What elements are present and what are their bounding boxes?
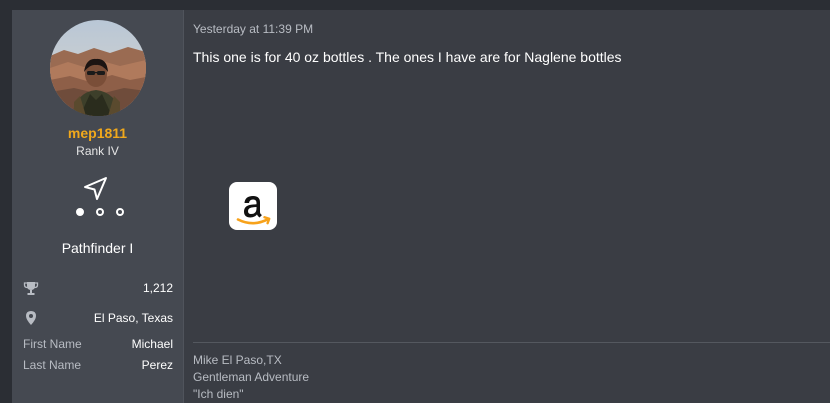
signature-line: Mike El Paso,TX [193, 353, 282, 367]
username[interactable]: mep1811 [12, 125, 183, 141]
page-frame: mep1811 Rank IV Pathfinder I 1,212 El Pa… [0, 0, 830, 403]
stat-trophy-points: 1,212 [23, 280, 173, 298]
progress-dot-empty [116, 208, 124, 216]
last-name-value: Perez [141, 358, 173, 372]
signature: Mike El Paso,TX Gentleman Adventure "Ich… [193, 352, 309, 403]
trophy-progress-dots [72, 207, 124, 219]
amazon-icon [236, 196, 271, 225]
post-content: Yesterday at 11:39 PM This one is for 40… [193, 10, 830, 403]
location-value[interactable]: El Paso, Texas [94, 311, 173, 325]
first-name-value: Michael [131, 337, 173, 351]
stat-location: El Paso, Texas [23, 310, 173, 328]
user-info-panel: mep1811 Rank IV Pathfinder I 1,212 El Pa… [12, 10, 184, 403]
first-name-label: First Name [23, 337, 82, 351]
trophy-icon [23, 280, 39, 296]
user-rank: Rank IV [76, 144, 119, 158]
stat-first-name: First Name Michael [23, 336, 173, 354]
navigation-arrow-icon [82, 175, 110, 203]
progress-dot-empty [96, 208, 104, 216]
amazon-link[interactable] [229, 182, 277, 230]
signature-line: Gentleman Adventure [193, 370, 310, 384]
avatar-photo [50, 20, 146, 116]
last-name-label: Last Name [23, 358, 82, 372]
post-timestamp[interactable]: Yesterday at 11:39 PM [193, 22, 313, 36]
trophy-points-value[interactable]: 1,212 [143, 281, 173, 295]
stat-last-name: Last Name Perez [23, 357, 173, 375]
progress-dot-filled [76, 208, 84, 216]
location-pin-icon [23, 310, 39, 326]
forum-post: mep1811 Rank IV Pathfinder I 1,212 El Pa… [12, 10, 830, 403]
post-message: This one is for 40 oz bottles . The ones… [193, 49, 622, 65]
signature-line: "Ich dien" [193, 387, 244, 401]
avatar[interactable] [50, 20, 146, 116]
signature-divider [193, 342, 830, 343]
trophy-title: Pathfinder I [61, 240, 134, 256]
